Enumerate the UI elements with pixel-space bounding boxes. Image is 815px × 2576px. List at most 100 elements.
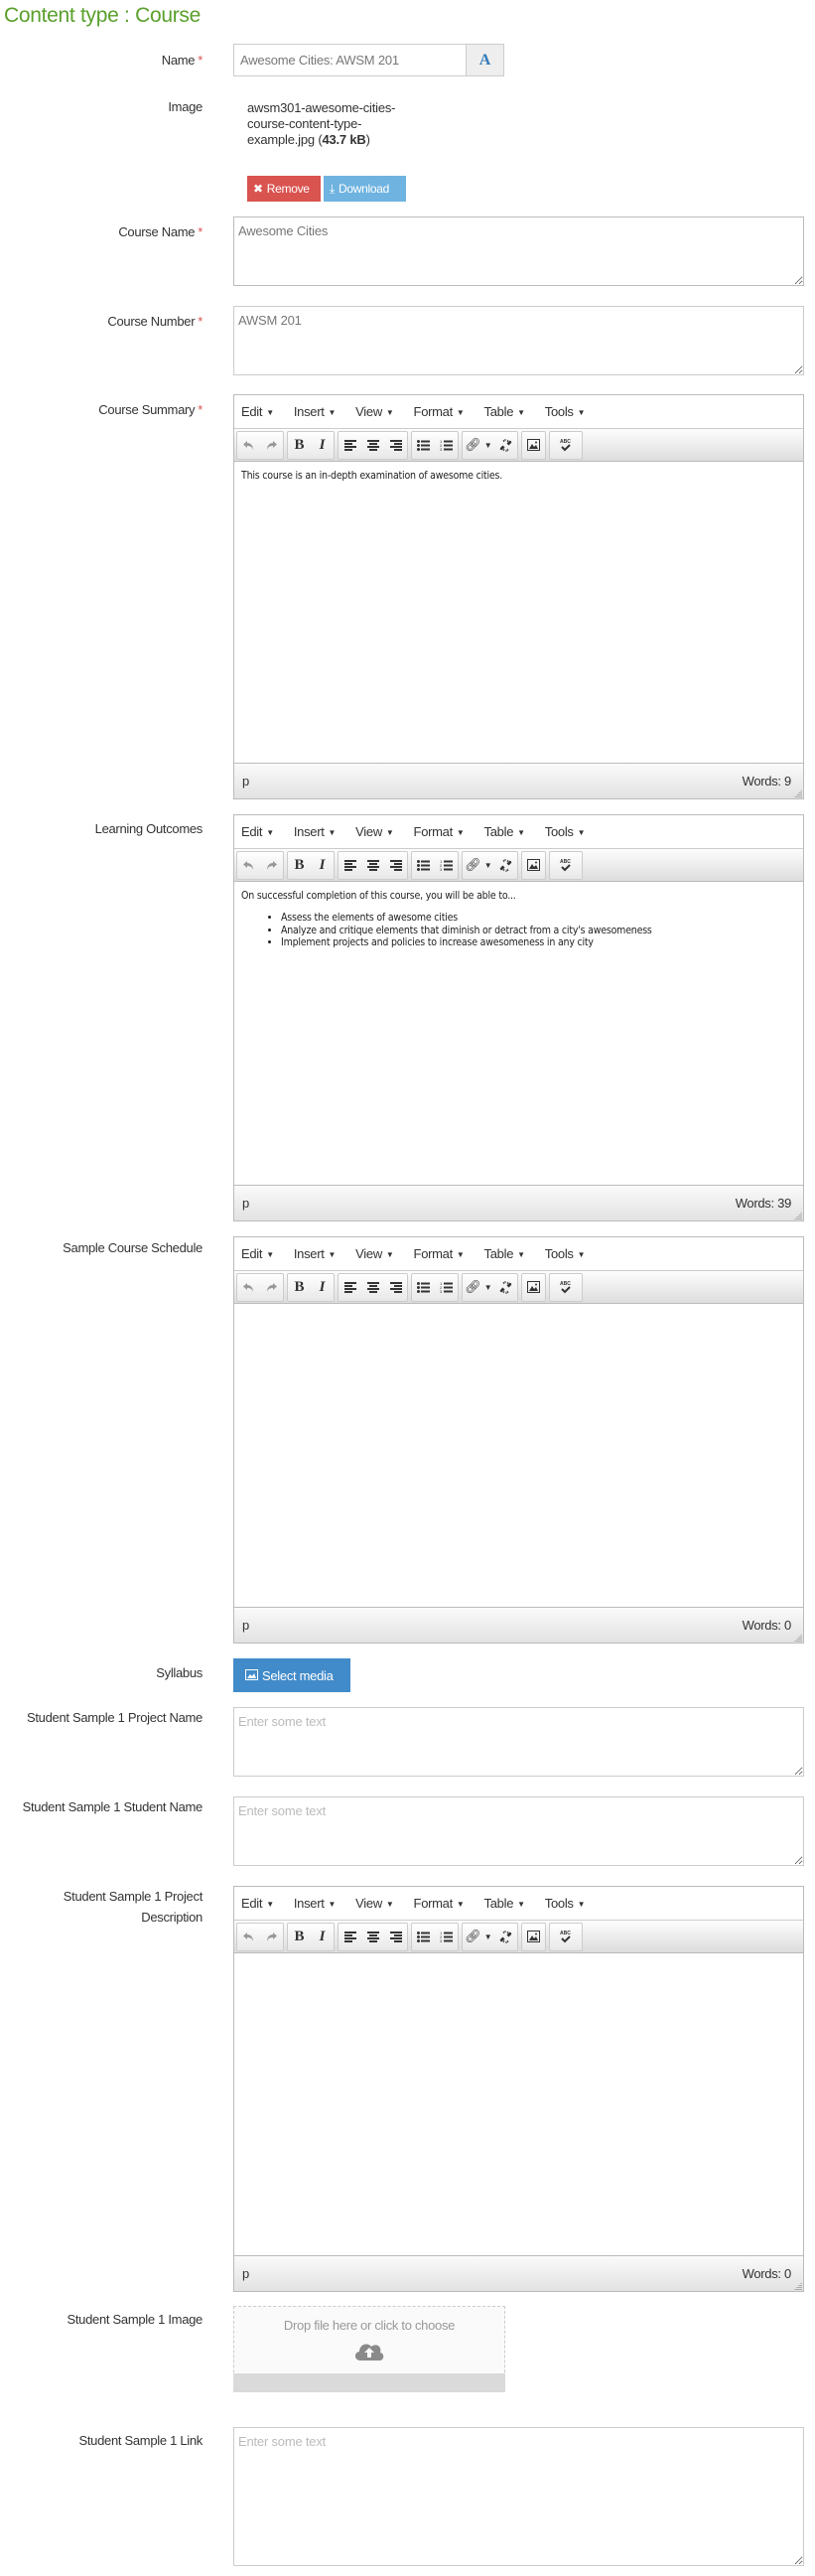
italic-button[interactable]: I [311, 1924, 334, 1950]
resize-handle[interactable] [794, 1634, 802, 1642]
editor-content-area[interactable] [234, 1953, 803, 1969]
image-button[interactable] [522, 1924, 545, 1950]
align-center-button[interactable] [361, 432, 384, 459]
menu-edit[interactable]: Edit ▼ [241, 404, 274, 419]
align-center-button[interactable] [361, 1274, 384, 1301]
editor-content-area[interactable]: On successful completion of this course,… [234, 882, 803, 957]
element-path[interactable]: p [242, 1196, 249, 1211]
align-right-button[interactable] [384, 1924, 407, 1950]
menu-edit[interactable]: Edit ▼ [241, 1896, 274, 1911]
menu-insert[interactable]: Insert ▼ [294, 404, 337, 419]
unlink-button[interactable] [494, 852, 517, 879]
redo-button[interactable] [260, 432, 283, 459]
bold-button[interactable]: B [288, 432, 311, 459]
bullet-list-button[interactable] [412, 1274, 435, 1301]
numbered-list-button[interactable]: 123 [435, 852, 458, 879]
align-center-button[interactable] [361, 1924, 384, 1950]
bullet-list-button[interactable] [412, 852, 435, 879]
student-project-name-field[interactable] [233, 1707, 804, 1777]
student-link-field[interactable] [233, 2427, 804, 2566]
menu-edit[interactable]: Edit ▼ [241, 824, 274, 839]
editor-content-area[interactable]: This course is an in-depth examination o… [234, 462, 803, 500]
undo-button[interactable] [237, 1274, 260, 1301]
select-media-button[interactable]: Select media [233, 1658, 350, 1692]
menu-insert[interactable]: Insert ▼ [294, 1896, 337, 1911]
menu-tools[interactable]: Tools ▼ [545, 824, 586, 839]
menu-table[interactable]: Table ▼ [484, 404, 526, 419]
align-center-icon [366, 439, 379, 451]
align-right-button[interactable] [384, 852, 407, 879]
menu-table[interactable]: Table ▼ [484, 824, 526, 839]
redo-button[interactable] [260, 1274, 283, 1301]
bullet-list-button[interactable] [412, 432, 435, 459]
image-button[interactable] [522, 1274, 545, 1301]
translate-addon-button[interactable]: A [466, 45, 503, 75]
remove-image-button[interactable]: ✖ Remove [247, 176, 321, 202]
numbered-list-button[interactable]: 123 [435, 1274, 458, 1301]
unlink-button[interactable] [494, 1274, 517, 1301]
link-button[interactable]: 🔗︎ ▼ [463, 1274, 494, 1301]
menu-insert[interactable]: Insert ▼ [294, 1246, 337, 1261]
redo-button[interactable] [260, 1924, 283, 1950]
course-name-field[interactable]: Awesome Cities [233, 216, 804, 286]
menu-format[interactable]: Format ▼ [414, 824, 465, 839]
align-right-button[interactable] [384, 1274, 407, 1301]
align-left-button[interactable] [339, 432, 361, 459]
unlink-button[interactable] [494, 432, 517, 459]
align-left-button[interactable] [339, 1924, 361, 1950]
link-button[interactable]: 🔗︎ ▼ [463, 432, 494, 459]
student-name-field[interactable] [233, 1796, 804, 1866]
align-left-button[interactable] [339, 1274, 361, 1301]
menu-tools[interactable]: Tools ▼ [545, 404, 586, 419]
numbered-list-button[interactable]: 123 [435, 432, 458, 459]
course-number-field[interactable]: AWSM 201 [233, 306, 804, 375]
download-image-button[interactable]: ⤓ Download [324, 176, 406, 202]
menu-view[interactable]: View ▼ [355, 824, 394, 839]
spellcheck-button[interactable]: ABC [550, 1274, 582, 1301]
menu-tools[interactable]: Tools ▼ [545, 1246, 586, 1261]
resize-handle[interactable] [794, 1212, 802, 1219]
align-right-button[interactable] [384, 432, 407, 459]
undo-button[interactable] [237, 1924, 260, 1950]
element-path[interactable]: p [242, 2266, 249, 2281]
italic-button[interactable]: I [311, 852, 334, 879]
editor-content-area[interactable] [234, 1304, 803, 1320]
spellcheck-button[interactable]: ABC [550, 852, 582, 879]
element-path[interactable]: p [242, 1618, 249, 1633]
menu-view[interactable]: View ▼ [355, 1896, 394, 1911]
bold-button[interactable]: B [288, 1924, 311, 1950]
italic-button[interactable]: I [311, 1274, 334, 1301]
align-left-button[interactable] [339, 852, 361, 879]
bullet-list-button[interactable] [412, 1924, 435, 1950]
spellcheck-button[interactable]: ABC [550, 1924, 582, 1950]
menu-tools[interactable]: Tools ▼ [545, 1896, 586, 1911]
italic-button[interactable]: I [311, 432, 334, 459]
menu-insert[interactable]: Insert ▼ [294, 824, 337, 839]
resize-handle[interactable] [794, 2282, 802, 2290]
bold-button[interactable]: B [288, 852, 311, 879]
unlink-button[interactable] [494, 1924, 517, 1950]
redo-button[interactable] [260, 852, 283, 879]
menu-table[interactable]: Table ▼ [484, 1896, 526, 1911]
spellcheck-button[interactable]: ABC [550, 432, 582, 459]
menu-edit[interactable]: Edit ▼ [241, 1246, 274, 1261]
undo-button[interactable] [237, 432, 260, 459]
page-title: Content type : Course [4, 4, 201, 27]
menu-format[interactable]: Format ▼ [414, 1246, 465, 1261]
menu-format[interactable]: Format ▼ [414, 1896, 465, 1911]
link-button[interactable]: 🔗︎ ▼ [463, 1924, 494, 1950]
numbered-list-button[interactable]: 123 [435, 1924, 458, 1950]
menu-view[interactable]: View ▼ [355, 404, 394, 419]
menu-format[interactable]: Format ▼ [414, 404, 465, 419]
link-button[interactable]: 🔗︎ ▼ [463, 852, 494, 879]
element-path[interactable]: p [242, 774, 249, 788]
menu-view[interactable]: View ▼ [355, 1246, 394, 1261]
image-button[interactable] [522, 432, 545, 459]
bold-button[interactable]: B [288, 1274, 311, 1301]
align-center-button[interactable] [361, 852, 384, 879]
menu-table[interactable]: Table ▼ [484, 1246, 526, 1261]
resize-handle[interactable] [794, 789, 802, 797]
image-button[interactable] [522, 852, 545, 879]
name-input[interactable] [234, 45, 466, 75]
undo-button[interactable] [237, 852, 260, 879]
